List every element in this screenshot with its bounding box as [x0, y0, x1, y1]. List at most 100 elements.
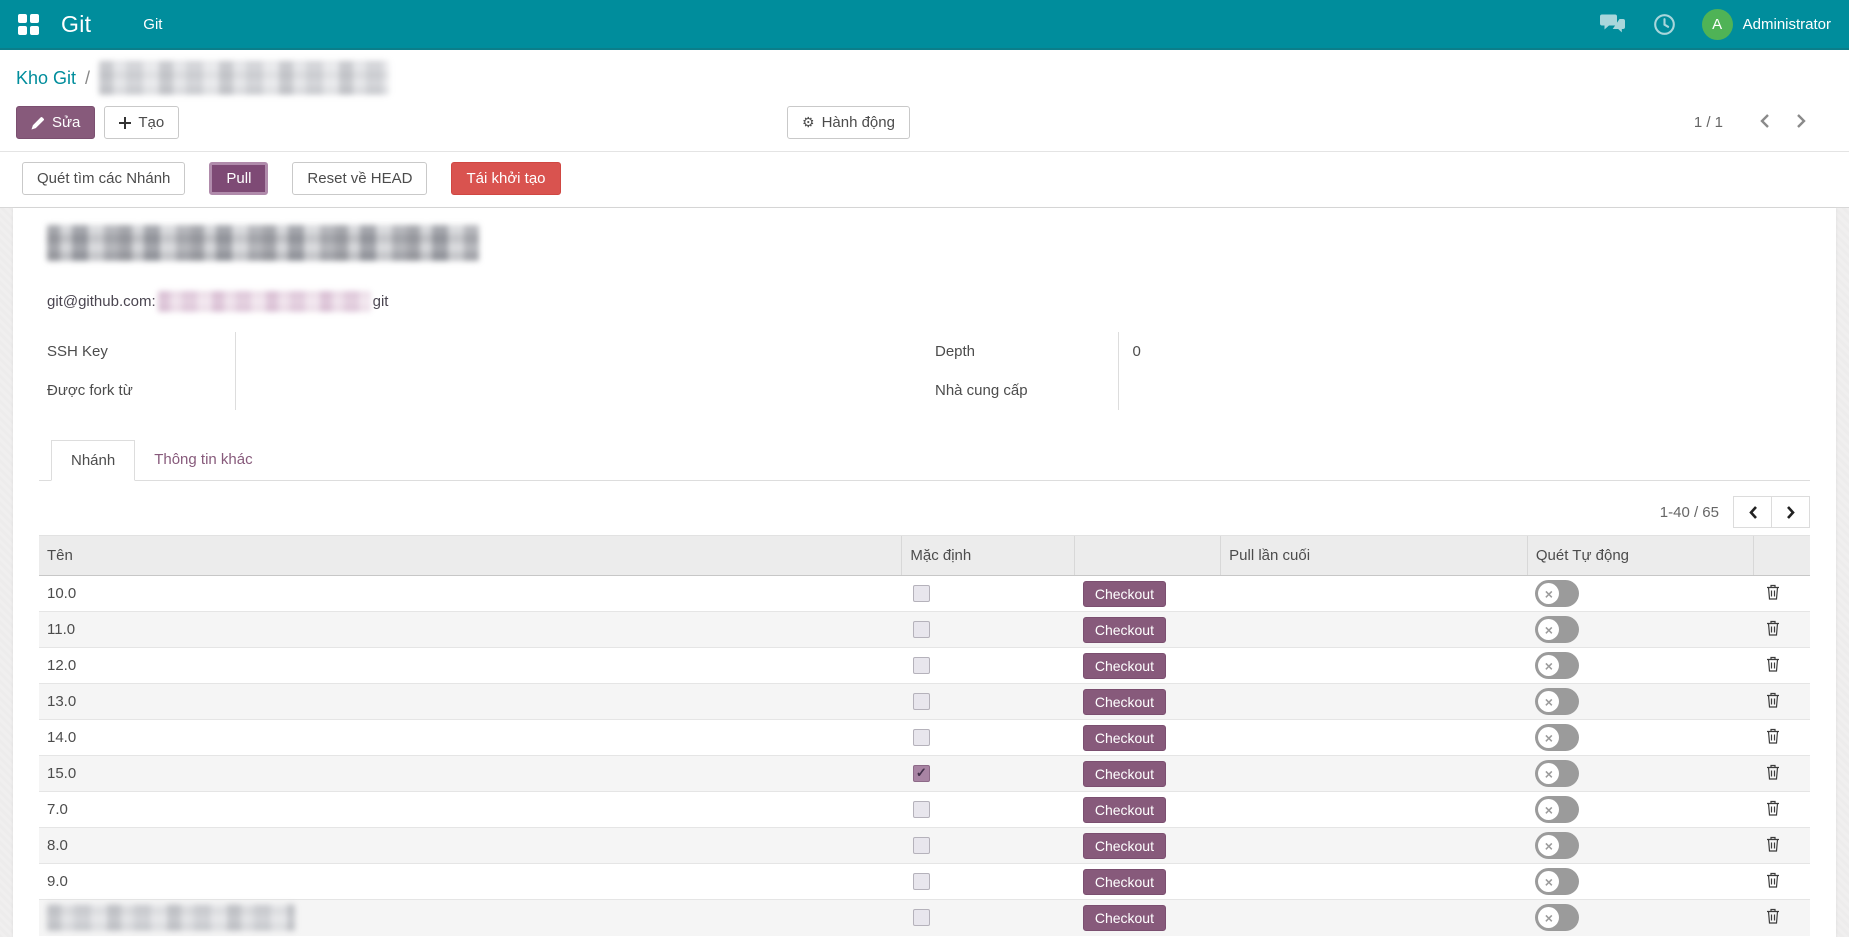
checkout-button[interactable]: Checkout — [1083, 797, 1166, 823]
field-label-provider: Nhà cung cấp — [927, 371, 1118, 410]
default-checkbox[interactable] — [913, 765, 930, 782]
reset-head-button[interactable]: Reset về HEAD — [292, 162, 427, 195]
tab-other-info[interactable]: Thông tin khác — [135, 440, 271, 481]
checkout-button[interactable]: Checkout — [1083, 581, 1166, 607]
list-pager-previous-button[interactable] — [1733, 496, 1772, 528]
trash-icon — [1766, 872, 1780, 888]
top-menu-git[interactable]: Git — [143, 16, 162, 33]
auto-scan-toggle-off-icon[interactable]: × — [1535, 580, 1579, 607]
branch-row[interactable]: 8.0 Checkout × — [39, 828, 1810, 864]
default-checkbox[interactable] — [913, 657, 930, 674]
reinitialize-button[interactable]: Tái khởi tạo — [451, 162, 560, 195]
action-menu-button[interactable]: ⚙ Hành động — [787, 106, 910, 139]
apps-grid-icon[interactable] — [18, 14, 39, 35]
delete-row-button[interactable] — [1762, 762, 1784, 785]
user-menu[interactable]: A Administrator — [1702, 9, 1831, 40]
record-pager-next-button[interactable] — [1788, 109, 1815, 136]
branch-name: 11.0 — [47, 621, 75, 638]
edit-button[interactable]: Sửa — [16, 106, 95, 139]
delete-row-button[interactable] — [1762, 690, 1784, 713]
default-checkbox[interactable] — [913, 621, 930, 638]
form-sheet: git@github.com: git SSH Key Được fork từ — [13, 208, 1836, 937]
delete-row-button[interactable] — [1762, 582, 1784, 605]
default-checkbox[interactable] — [913, 693, 930, 710]
field-label-depth: Depth — [927, 332, 1118, 371]
avatar: A — [1702, 9, 1733, 40]
default-checkbox[interactable] — [913, 873, 930, 890]
trash-icon — [1766, 908, 1780, 924]
auto-scan-toggle-off-icon[interactable]: × — [1535, 832, 1579, 859]
field-value-provider[interactable] — [1118, 371, 1538, 410]
branch-name: 9.0 — [47, 873, 68, 890]
branch-row[interactable]: 9.0 Checkout × — [39, 864, 1810, 900]
delete-row-button[interactable] — [1762, 870, 1784, 893]
field-value-depth[interactable]: 0 — [1118, 332, 1538, 371]
default-checkbox[interactable] — [913, 585, 930, 602]
auto-scan-toggle-off-icon[interactable]: × — [1535, 904, 1579, 931]
delete-row-button[interactable] — [1762, 654, 1784, 677]
tab-branches[interactable]: Nhánh — [51, 440, 135, 481]
delete-row-button[interactable] — [1762, 834, 1784, 857]
auto-scan-toggle-off-icon[interactable]: × — [1535, 652, 1579, 679]
create-button[interactable]: Tạo — [104, 106, 179, 139]
default-checkbox[interactable] — [913, 909, 930, 926]
auto-scan-toggle-off-icon[interactable]: × — [1535, 760, 1579, 787]
column-header-checkout — [1075, 536, 1221, 576]
pull-button[interactable]: Pull — [209, 162, 268, 195]
branch-name: 7.0 — [47, 801, 68, 818]
checkout-button[interactable]: Checkout — [1083, 653, 1166, 679]
column-header-name[interactable]: Tên — [39, 536, 902, 576]
record-pager-previous-button[interactable] — [1751, 109, 1778, 136]
column-header-default[interactable]: Mặc định — [902, 536, 1075, 576]
app-brand[interactable]: Git — [61, 11, 91, 38]
checkout-button[interactable]: Checkout — [1083, 869, 1166, 895]
branch-row[interactable]: 7.0 Checkout × — [39, 792, 1810, 828]
checkout-button[interactable]: Checkout — [1083, 689, 1166, 715]
branch-name — [47, 904, 295, 931]
branch-row[interactable]: Checkout × — [39, 900, 1810, 936]
branch-row[interactable]: 10.0 Checkout × — [39, 576, 1810, 612]
default-checkbox[interactable] — [913, 837, 930, 854]
edit-button-label: Sửa — [52, 114, 80, 131]
branch-row[interactable]: 15.0 Checkout × — [39, 756, 1810, 792]
list-pager-next-button[interactable] — [1771, 496, 1810, 528]
auto-scan-toggle-off-icon[interactable]: × — [1535, 688, 1579, 715]
scan-branches-button[interactable]: Quét tìm các Nhánh — [22, 162, 185, 195]
branch-row[interactable]: 11.0 Checkout × — [39, 612, 1810, 648]
chat-icon[interactable] — [1600, 13, 1627, 35]
checkout-button[interactable]: Checkout — [1083, 725, 1166, 751]
delete-row-button[interactable] — [1762, 906, 1784, 929]
auto-scan-toggle-off-icon[interactable]: × — [1535, 724, 1579, 751]
field-value-ssh-key[interactable] — [235, 332, 655, 371]
default-checkbox[interactable] — [913, 729, 930, 746]
trash-icon — [1766, 836, 1780, 852]
column-header-auto-scan[interactable]: Quét Tự động — [1527, 536, 1753, 576]
delete-row-button[interactable] — [1762, 726, 1784, 749]
checkout-button[interactable]: Checkout — [1083, 833, 1166, 859]
list-pager: 1-40 / 65 — [39, 496, 1810, 528]
column-header-last-pull[interactable]: Pull lần cuối — [1221, 536, 1528, 576]
checkout-button[interactable]: Checkout — [1083, 761, 1166, 787]
record-pager-value: 1 / 1 — [1694, 114, 1723, 131]
branch-row[interactable]: 14.0 Checkout × — [39, 720, 1810, 756]
branch-name: 10.0 — [47, 585, 76, 602]
top-navbar: Git Git A Administrator — [0, 0, 1849, 50]
breadcrumb-root-link[interactable]: Kho Git — [16, 68, 76, 89]
auto-scan-toggle-off-icon[interactable]: × — [1535, 616, 1579, 643]
auto-scan-toggle-off-icon[interactable]: × — [1535, 868, 1579, 895]
field-value-forked-from[interactable] — [235, 371, 655, 410]
list-pager-range: 1-40 / 65 — [1660, 504, 1719, 521]
repo-url-suffix: git — [373, 293, 389, 310]
redacted-repo-url-path — [158, 291, 371, 312]
chevron-right-icon — [1796, 113, 1807, 129]
branch-row[interactable]: 13.0 Checkout × — [39, 684, 1810, 720]
checkout-button[interactable]: Checkout — [1083, 617, 1166, 643]
default-checkbox[interactable] — [913, 801, 930, 818]
branch-row[interactable]: 12.0 Checkout × — [39, 648, 1810, 684]
checkout-button[interactable]: Checkout — [1083, 905, 1166, 931]
activity-clock-icon[interactable] — [1653, 13, 1676, 36]
field-groups: SSH Key Được fork từ Depth 0 — [39, 332, 1810, 410]
auto-scan-toggle-off-icon[interactable]: × — [1535, 796, 1579, 823]
delete-row-button[interactable] — [1762, 798, 1784, 821]
delete-row-button[interactable] — [1762, 618, 1784, 641]
